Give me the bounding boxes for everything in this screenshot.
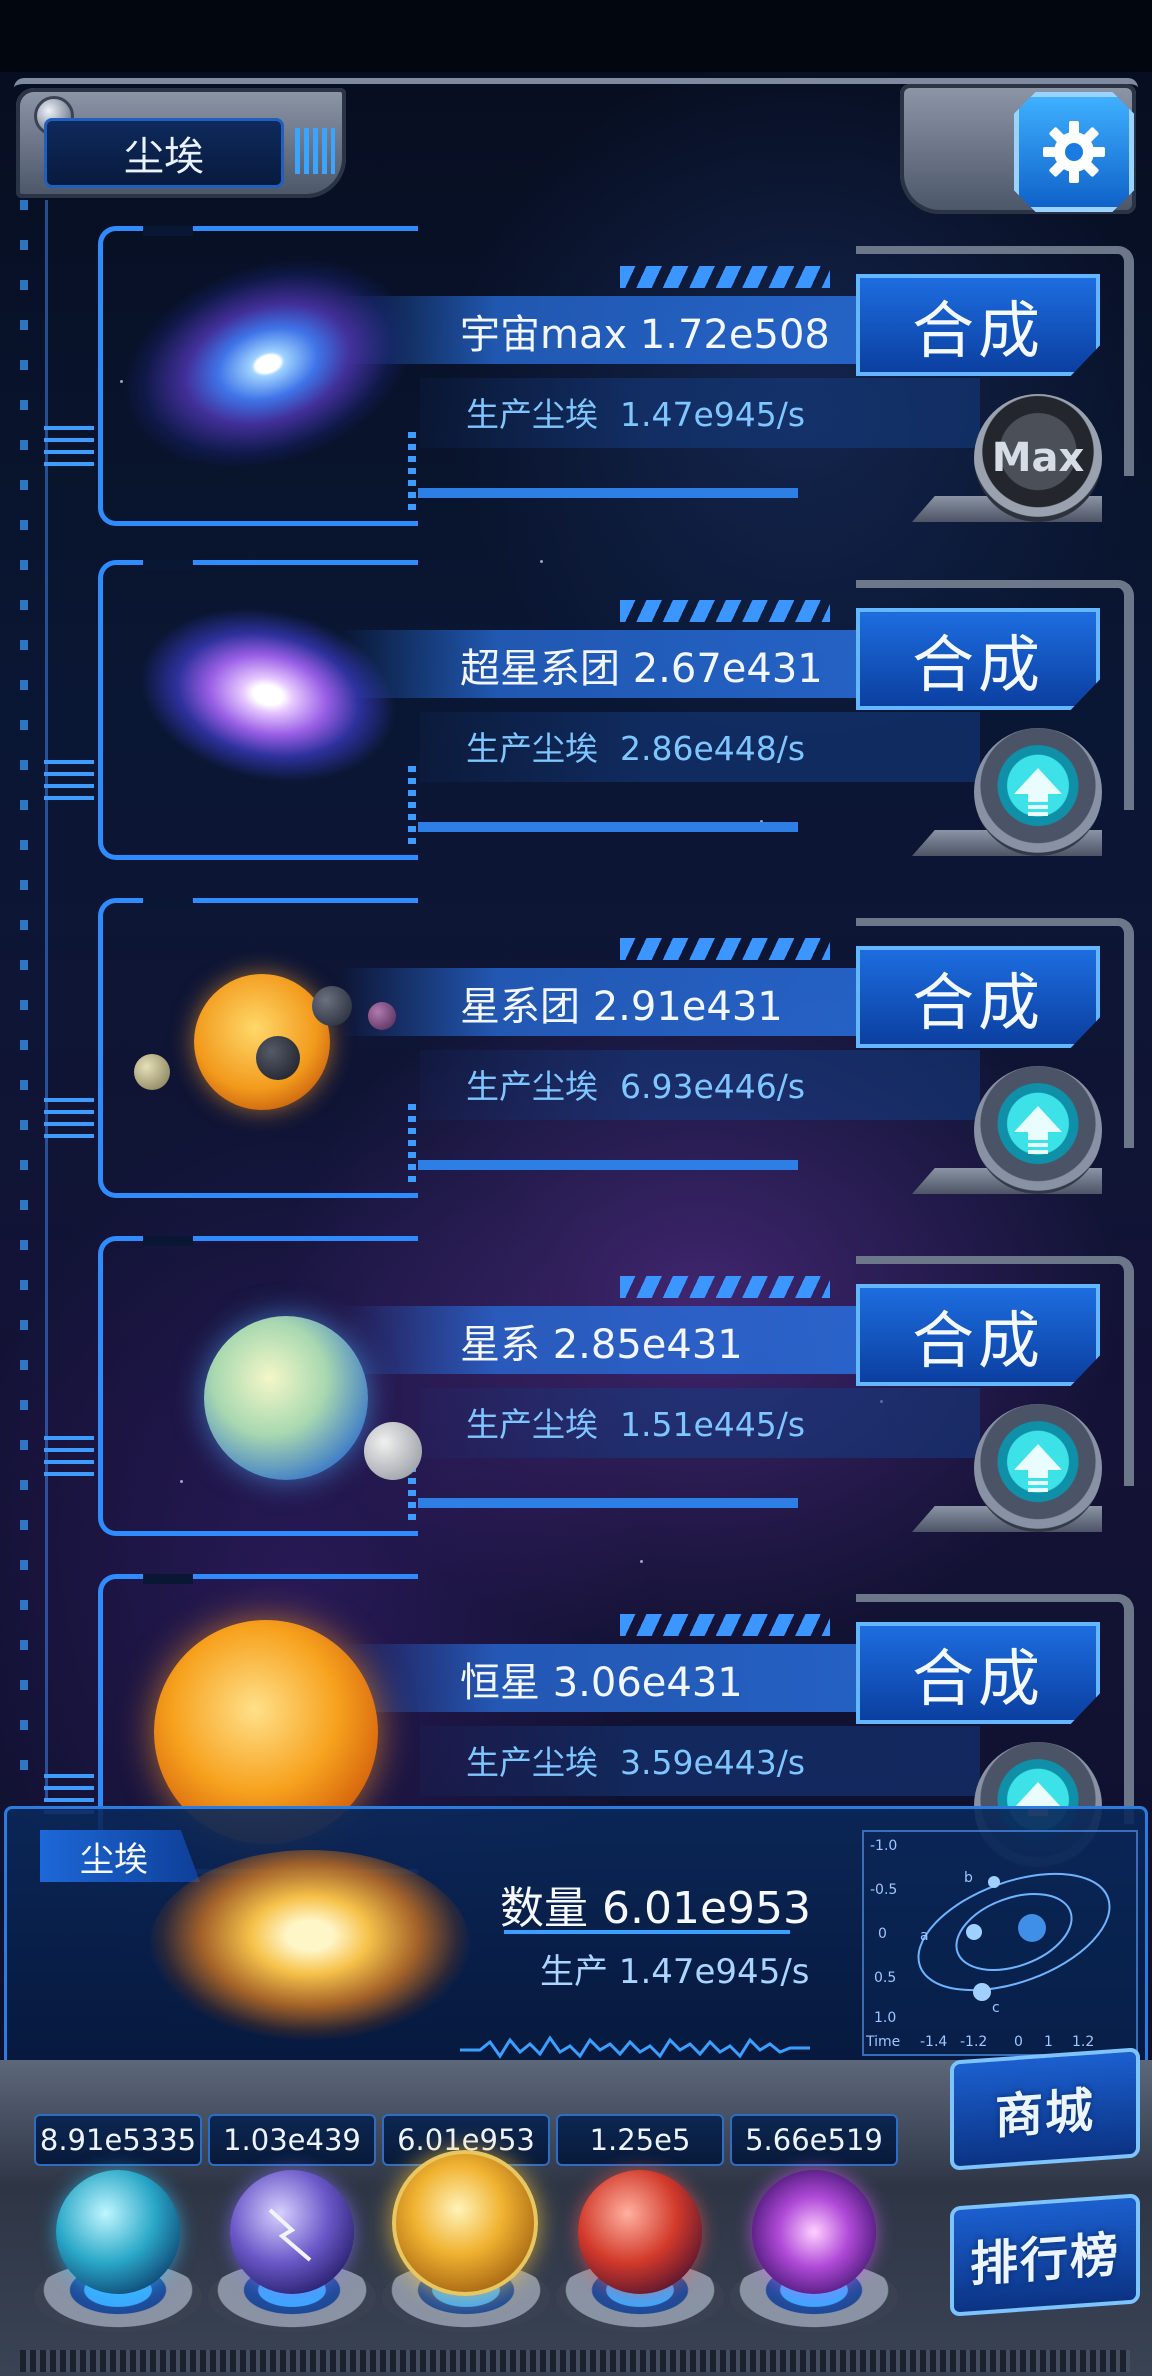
graph-tick: 1 xyxy=(1044,2034,1053,2050)
planet-art xyxy=(368,1002,396,1030)
tab-vortex-value: 5.66e519 xyxy=(730,2114,898,2166)
merge-button[interactable]: 合成 xyxy=(856,1622,1100,1724)
card-diag-stripes xyxy=(620,266,830,288)
production-label: 生产尘埃 xyxy=(466,1405,598,1444)
max-badge-icon: Max xyxy=(974,394,1102,522)
card-galaxy-cluster: 星系团 2.91e431 生产尘埃 6.93e446/s 合成 xyxy=(0,898,1152,1228)
gear-icon xyxy=(1043,121,1105,183)
upgrade-button[interactable] xyxy=(974,1066,1102,1194)
planet-art xyxy=(204,1316,368,1480)
count-underline xyxy=(504,1930,790,1934)
card-galaxy: 星系 2.85e431 生产尘埃 1.51e445/s 合成 xyxy=(0,1236,1152,1566)
tab-vortex[interactable] xyxy=(752,2170,876,2294)
lightning-orb-icon xyxy=(268,2208,312,2262)
production-value: 2.86e448/s xyxy=(620,729,806,768)
graph-tick: Time xyxy=(866,2034,901,2050)
card-production: 生产尘埃 1.51e445/s xyxy=(466,1398,986,1448)
card-name: 星系 2.85e431 xyxy=(460,1322,743,1368)
production-value: 1.51e445/s xyxy=(620,1405,806,1444)
merge-button[interactable]: 合成 xyxy=(856,608,1100,710)
card-production: 生产尘埃 6.93e446/s xyxy=(466,1060,986,1110)
card-vtick-decoration xyxy=(408,766,416,846)
card-bottom-bar xyxy=(418,488,798,498)
graph-tick: -1.4 xyxy=(920,2034,948,2050)
tab-molecule[interactable] xyxy=(56,2170,180,2294)
graph-tick: 0 xyxy=(1014,2034,1023,2050)
planet-art xyxy=(256,1036,300,1080)
card-diag-stripes xyxy=(620,1614,830,1636)
card-ticks-decoration xyxy=(44,760,94,806)
card-bottom-bar xyxy=(418,1498,798,1508)
graph-letter: b xyxy=(964,1870,973,1886)
graph-tick: 0.5 xyxy=(874,1970,897,1986)
orbit-diagram-icon xyxy=(917,1872,1111,2001)
production-label: 生产尘埃 xyxy=(466,729,598,768)
production-value: 1.47e945/s xyxy=(620,395,806,434)
card-production: 生产尘埃 3.59e443/s xyxy=(466,1736,986,1786)
graph-tick: -1.2 xyxy=(960,2034,988,2050)
card-name: 星系团 2.91e431 xyxy=(460,984,783,1030)
graph-tick: 0 xyxy=(878,1926,887,1942)
upgrade-arrow-icon xyxy=(1014,768,1062,816)
card-name: 恒星 3.06e431 xyxy=(460,1660,743,1706)
card-diag-stripes xyxy=(620,600,830,622)
tab-brain[interactable] xyxy=(578,2170,702,2294)
production-value: 3.59e443/s xyxy=(620,1743,806,1782)
production-value: 6.93e446/s xyxy=(620,1067,806,1106)
card-name: 超星系团 2.67e431 xyxy=(460,646,823,692)
merge-button[interactable]: 合成 xyxy=(856,946,1100,1048)
card-bottom-bar xyxy=(418,822,798,832)
tab-molecule-value: 8.91e5335 xyxy=(34,2114,202,2166)
tab-brain-value: 1.25e5 xyxy=(556,2114,724,2166)
merge-button[interactable]: 合成 xyxy=(856,1284,1100,1386)
orbit-graph: a b c -1.0 -0.5 0 0.5 1.0 Time -1.4 -1.2… xyxy=(862,1830,1138,2056)
graph-tick: 1.2 xyxy=(1072,2034,1095,2050)
production-label: 生产尘埃 xyxy=(466,1067,598,1106)
settings-button[interactable] xyxy=(1014,92,1134,212)
title-stripes-decoration xyxy=(295,128,335,174)
card-diag-stripes xyxy=(620,938,830,960)
upgrade-arrow-icon xyxy=(1014,1106,1062,1154)
graph-tick: -1.0 xyxy=(870,1838,898,1854)
card-diag-stripes xyxy=(620,1276,830,1298)
rank-button[interactable]: 排行榜 xyxy=(950,2193,1140,2317)
card-ticks-decoration xyxy=(44,426,94,472)
production-label: 生产尘埃 xyxy=(466,395,598,434)
card-vtick-decoration xyxy=(408,1104,416,1184)
card-ticks-decoration xyxy=(44,1436,94,1482)
page-title: 尘埃 xyxy=(44,118,284,188)
graph-tick: -0.5 xyxy=(870,1882,898,1898)
bottom-grill-decoration xyxy=(20,2350,1130,2372)
moon-art xyxy=(364,1422,422,1480)
upgrade-button[interactable] xyxy=(974,728,1102,856)
top-status-strip xyxy=(0,0,1152,72)
card-supercluster: 超星系团 2.67e431 生产尘埃 2.86e448/s 合成 xyxy=(0,560,1152,890)
planet-art xyxy=(134,1054,170,1090)
graph-letter: a xyxy=(920,1928,929,1944)
card-name: 宇宙max 1.72e508 xyxy=(460,312,830,358)
dust-explosion-art xyxy=(150,1850,470,2040)
tab-lightning[interactable] xyxy=(230,2170,354,2294)
summary-resource-tag: 尘埃 xyxy=(40,1830,200,1882)
merge-button[interactable]: 合成 xyxy=(856,274,1100,376)
production-label: 生产尘埃 xyxy=(466,1743,598,1782)
summary-count: 数量 6.01e953 xyxy=(500,1883,812,1934)
tab-dust[interactable] xyxy=(392,2150,538,2296)
card-production: 生产尘埃 2.86e448/s xyxy=(466,722,986,772)
card-universe: 宇宙max 1.72e508 生产尘埃 1.47e945/s 合成 Max xyxy=(0,222,1152,556)
card-production: 生产尘埃 1.47e945/s xyxy=(466,388,986,438)
planet-art xyxy=(312,986,352,1026)
card-vtick-decoration xyxy=(408,432,416,512)
upgrade-arrow-icon xyxy=(1014,1444,1062,1492)
tab-lightning-value: 1.03e439 xyxy=(208,2114,376,2166)
graph-tick: 1.0 xyxy=(874,2010,897,2026)
summary-production: 生产 1.47e945/s xyxy=(540,1952,810,1992)
card-ticks-decoration xyxy=(44,1098,94,1144)
shop-button[interactable]: 商城 xyxy=(950,2047,1140,2171)
upgrade-button[interactable] xyxy=(974,1404,1102,1532)
card-bottom-bar xyxy=(418,1160,798,1170)
graph-letter: c xyxy=(992,2000,1000,2016)
